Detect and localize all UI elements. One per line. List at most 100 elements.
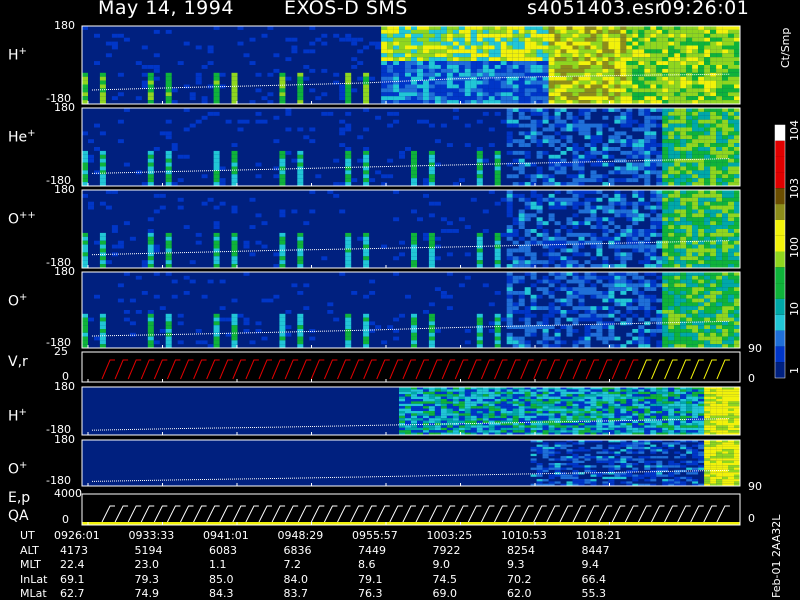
spectrogram-cell: [147, 329, 154, 333]
spectrogram-cell: [147, 340, 154, 345]
spectrogram-cell: [542, 111, 549, 116]
spectrogram-cell: [165, 236, 172, 241]
spectrogram-cell: [339, 92, 346, 97]
spectrogram-cell: [99, 232, 106, 237]
spectrogram-cell: [411, 178, 417, 183]
spectrogram-cell: [674, 139, 681, 144]
spectrogram-cell: [428, 336, 435, 341]
spectrogram-cell: [572, 174, 579, 179]
spectrogram-cell: [446, 427, 453, 431]
spectrogram-cell: [399, 411, 405, 414]
spectrogram-cell: [626, 310, 633, 314]
spectrogram-cell: [542, 33, 549, 38]
spectrogram-cell: [255, 321, 262, 326]
spectrogram-cell: [411, 415, 417, 419]
spectrogram-cell: [506, 139, 513, 144]
spectrogram-cell: [524, 80, 531, 85]
spectrogram-cell: [566, 135, 573, 140]
spectrogram-cell: [734, 57, 740, 62]
spectrogram-cell: [668, 166, 675, 171]
spectrogram-cell: [710, 154, 717, 159]
spectrogram-cell: [602, 115, 609, 120]
spectrogram-cell: [662, 84, 669, 89]
spectrogram-cell: [626, 418, 633, 421]
spectrogram-cell: [722, 298, 729, 303]
spectrogram-cell: [417, 33, 423, 38]
spectrogram-cell: [572, 344, 579, 348]
spectrogram-cell: [656, 406, 663, 409]
spectrogram-cell: [470, 68, 477, 73]
spectrogram-cell: [644, 260, 651, 265]
spectrogram-cell: [620, 213, 627, 218]
spectrogram-cell: [554, 244, 561, 249]
spectrogram-cell: [602, 427, 609, 431]
spectrogram-cell: [662, 418, 669, 421]
spectrogram-cell: [692, 158, 699, 163]
spectrogram-cell: [303, 135, 310, 140]
spectrogram-cell: [351, 88, 358, 93]
spectrogram-cell: [82, 96, 88, 101]
spectrogram-cell: [123, 37, 130, 42]
spectrogram-cell: [452, 391, 459, 395]
spectrogram-cell: [536, 205, 543, 210]
spectrogram-cell: [548, 178, 555, 183]
spectrogram-cell: [494, 80, 501, 85]
spectrogram-cell: [213, 221, 220, 226]
spectrogram-cell: [692, 209, 699, 214]
spectrogram-cell: [686, 325, 693, 329]
spectrogram-cell: [279, 256, 286, 261]
spectrogram-cell: [470, 53, 477, 58]
spectrogram-cell: [99, 84, 106, 89]
spectrogram-cell: [590, 190, 597, 194]
spectrogram-cell: [530, 423, 537, 426]
spectrogram-cell: [656, 92, 663, 97]
spectrogram-cell: [638, 229, 645, 233]
spectrogram-cell: [434, 401, 441, 404]
spectrogram-cell: [482, 391, 489, 395]
spectrogram-cell: [638, 49, 645, 54]
spectrogram-cell: [686, 123, 693, 128]
spectrogram-cell: [710, 225, 717, 229]
spectrogram-cell: [434, 61, 441, 65]
spectrogram-cell: [219, 166, 226, 171]
spectrogram-cell: [668, 313, 675, 318]
spectrogram-cell: [536, 294, 543, 299]
spectrogram-cell: [566, 57, 573, 62]
spectrogram-cell: [434, 68, 441, 73]
spectrogram-cell: [692, 147, 699, 151]
spectrogram-cell: [399, 401, 405, 404]
spectrogram-cell: [488, 53, 495, 58]
spectrogram-cell: [423, 389, 429, 392]
spectrogram-cell: [518, 411, 525, 414]
spectrogram-cell: [656, 26, 663, 30]
spectrogram-cell: [399, 427, 405, 431]
spectrogram-cell: [560, 403, 567, 407]
spectrogram-cell: [728, 147, 734, 151]
spectrogram-cell: [620, 283, 627, 288]
spectrogram-cell: [614, 252, 621, 257]
spectrogram-cell: [734, 260, 740, 265]
spectrogram-cell: [668, 415, 675, 419]
spectrogram-cell: [500, 425, 507, 428]
spectrogram-cell: [434, 162, 441, 167]
spectrogram-cell: [656, 108, 663, 112]
spectrogram-cell: [105, 53, 112, 58]
spectrogram-cell: [626, 162, 633, 167]
spectrogram-cell: [668, 170, 675, 175]
spectrogram-cell: [632, 329, 639, 333]
spectrogram-cell: [482, 80, 489, 85]
spectrogram-cell: [620, 170, 627, 175]
spectrogram-cell: [602, 399, 609, 402]
spectrogram-cell: [458, 399, 465, 402]
spectrogram-cell: [662, 61, 669, 65]
spectrogram-cell: [662, 213, 669, 218]
spectrogram-cell: [542, 336, 549, 341]
spectrogram-cell: [417, 411, 423, 414]
spectrogram-cell: [470, 26, 477, 30]
spectrogram-cell: [165, 232, 172, 237]
spectrogram-cell: [650, 256, 657, 261]
spectrogram-cell: [578, 279, 585, 284]
spectrogram-cell: [393, 84, 400, 89]
spectrogram-cell: [704, 256, 711, 261]
spectrogram-cell: [728, 329, 734, 333]
